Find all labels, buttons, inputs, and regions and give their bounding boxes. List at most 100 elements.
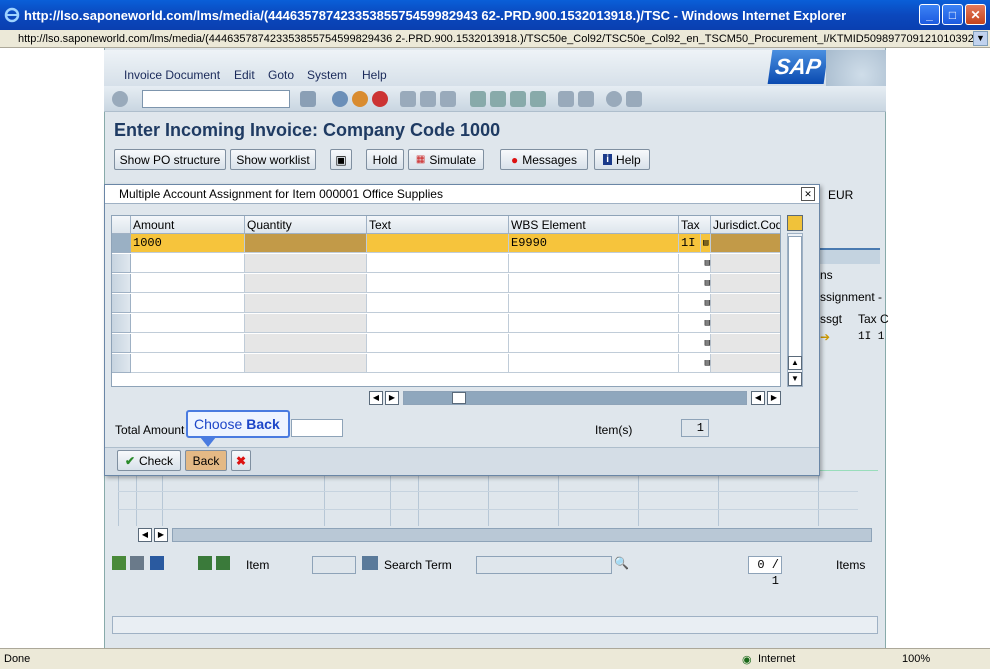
row-selector[interactable] [112,334,131,353]
wbs-cell[interactable] [509,254,679,273]
help-button[interactable]: i Help [594,149,650,170]
row-selector[interactable] [112,234,131,253]
select-all-icon[interactable] [112,556,126,570]
scroll-right-icon[interactable]: ▶ [154,528,168,542]
layout-icon[interactable]: ▣ [330,149,352,170]
text-cell[interactable] [367,294,509,313]
address-bar[interactable]: http://lso.saponeworld.com/lms/media/(44… [0,30,990,48]
quantity-cell[interactable] [245,354,367,373]
col-quantity-header[interactable]: Quantity [245,216,367,234]
find-icon[interactable] [420,91,436,107]
col-tax-header[interactable]: Tax [679,216,711,234]
text-cell[interactable] [367,274,509,293]
jurisdiction-cell[interactable] [711,234,780,253]
amount-cell[interactable] [131,314,245,333]
previous-page-icon[interactable] [490,91,506,107]
quantity-cell[interactable] [245,294,367,313]
tax-f4-icon[interactable]: ▤ [679,354,711,373]
shortcut-icon[interactable] [578,91,594,107]
menu-invoice-document[interactable]: Invoice Document [124,68,220,82]
tax-f4-icon[interactable]: ▤ [679,254,711,273]
enter-icon[interactable] [112,91,128,107]
tax-f4-icon[interactable]: ▤ [679,314,711,333]
wbs-cell[interactable] [509,314,679,333]
hold-button[interactable]: Hold [366,149,404,170]
quantity-cell[interactable] [245,234,367,253]
quantity-cell[interactable] [245,274,367,293]
quantity-cell[interactable] [245,314,367,333]
deselect-icon[interactable] [130,556,144,570]
cancel-x-icon[interactable]: ✖ [231,450,251,471]
exit-icon[interactable] [352,91,368,107]
tax-f4-icon[interactable]: ▤ [701,234,711,253]
back-button[interactable]: Back [185,450,227,471]
messages-button[interactable]: ● Messages [500,149,588,170]
item-field[interactable] [312,556,356,574]
refresh-icon[interactable] [150,556,164,570]
col-jurisdiction-header[interactable]: Jurisdict.Code [711,216,780,234]
row-selector[interactable] [112,254,131,273]
amount-cell[interactable]: 1000 [131,234,245,253]
text-cell[interactable] [367,334,509,353]
jurisdiction-cell[interactable] [711,254,780,273]
hscroll-left-icon[interactable]: ◀ [369,391,383,405]
search-term-field[interactable] [476,556,612,574]
wbs-cell[interactable]: E9990 [509,234,679,253]
jurisdiction-cell[interactable] [711,294,780,313]
address-dropdown-icon[interactable]: ▼ [973,31,988,46]
next-page-icon[interactable] [510,91,526,107]
first-page-icon[interactable] [470,91,486,107]
help-icon[interactable] [606,91,622,107]
amount-cell[interactable] [131,254,245,273]
tax-f4-icon[interactable]: ▤ [679,274,711,293]
menu-help[interactable]: Help [362,68,387,82]
menu-goto[interactable]: Goto [268,68,294,82]
close-window-button[interactable]: ✕ [965,4,986,25]
amount-cell[interactable] [131,334,245,353]
amount-cell[interactable] [131,354,245,373]
grid-hscroll[interactable] [403,391,747,405]
text-cell[interactable] [367,254,509,273]
jurisdiction-cell[interactable] [711,314,780,333]
col-wbs-header[interactable]: WBS Element [509,216,679,234]
filter-icon[interactable] [216,556,230,570]
tax-f4-icon[interactable]: ▤ [679,334,711,353]
menu-system[interactable]: System [307,68,347,82]
amount-cell[interactable] [131,294,245,313]
hscroll-right-icon[interactable]: ▶ [385,391,399,405]
text-cell[interactable] [367,314,509,333]
text-cell[interactable] [367,234,509,253]
wbs-cell[interactable] [509,334,679,353]
minimize-button[interactable]: _ [919,4,940,25]
wbs-cell[interactable] [509,294,679,313]
command-field[interactable] [142,90,290,108]
cancel-icon[interactable] [372,91,388,107]
save-icon[interactable] [300,91,316,107]
row-selector[interactable] [112,274,131,293]
scroll-up-icon[interactable]: ▲ [788,356,802,370]
col-text-header[interactable]: Text [367,216,509,234]
find-next-icon[interactable] [440,91,456,107]
find-binoculars-icon[interactable]: 🔍 [614,556,650,570]
quantity-cell[interactable] [245,334,367,353]
column-config-icon[interactable] [787,215,803,231]
grid-vscroll[interactable]: ▲ ▼ [787,233,803,387]
row-selector[interactable] [112,314,131,333]
row-selector[interactable] [112,354,131,373]
zoom-label[interactable]: 100% [902,653,930,665]
simulate-button[interactable]: ▦ Simulate [408,149,484,170]
create-session-icon[interactable] [558,91,574,107]
check-button[interactable]: ✔ Check [117,450,181,471]
hscroll2-left-icon[interactable]: ◀ [751,391,765,405]
jurisdiction-cell[interactable] [711,334,780,353]
print-icon[interactable] [400,91,416,107]
layout-menu-icon[interactable] [626,91,642,107]
show-po-structure-button[interactable]: Show PO structure [114,149,226,170]
tax-f4-icon[interactable]: ▤ [679,294,711,313]
show-worklist-button[interactable]: Show worklist [230,149,316,170]
total-amount-field[interactable] [291,419,343,437]
scroll-left-icon[interactable]: ◀ [138,528,152,542]
menu-edit[interactable]: Edit [234,68,255,82]
amount-cell[interactable] [131,274,245,293]
row-selector[interactable] [112,294,131,313]
